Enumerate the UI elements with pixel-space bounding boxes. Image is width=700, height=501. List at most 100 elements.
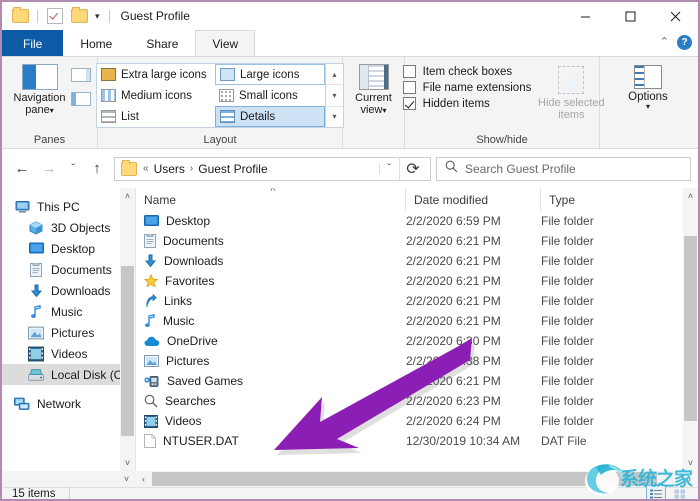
layout-scroll-up-icon[interactable]: ▴: [326, 64, 343, 86]
list-scroll-up-icon[interactable]: ˄: [683, 188, 698, 204]
layout-details[interactable]: Details: [215, 106, 325, 127]
layout-small-icons[interactable]: Small icons: [215, 85, 325, 106]
table-row[interactable]: Music 2/2/2020 6:21 PM File folder: [136, 311, 698, 331]
help-icon[interactable]: ?: [677, 35, 692, 50]
tab-view[interactable]: View: [195, 30, 256, 57]
chevron-up-icon[interactable]: ⌃: [660, 37, 669, 48]
column-header-name[interactable]: Name ˄: [136, 188, 406, 211]
sidebar-item-documents[interactable]: Documents: [2, 259, 135, 280]
large-icons-view-icon[interactable]: [670, 485, 690, 499]
options-caret[interactable]: ▾: [646, 103, 650, 111]
list-scroll-down-icon[interactable]: ˅: [683, 455, 698, 471]
table-row[interactable]: Documents 2/2/2020 6:21 PM File folder: [136, 231, 698, 251]
table-row[interactable]: Desktop 2/2/2020 6:59 PM File folder: [136, 211, 698, 231]
search-box[interactable]: Search Guest Profile: [436, 156, 691, 181]
layout-list[interactable]: List: [97, 106, 215, 127]
up-button[interactable]: ↑: [84, 156, 110, 182]
forward-button[interactable]: →: [36, 156, 62, 182]
table-row[interactable]: Links 2/2/2020 6:21 PM File folder: [136, 291, 698, 311]
customize-quick-access-caret[interactable]: ▾: [93, 11, 102, 21]
sidebar-item-network[interactable]: Network: [2, 393, 135, 414]
downloads-folder-icon: [144, 254, 157, 268]
table-row[interactable]: Pictures 2/2/2020 6:38 PM File folder: [136, 351, 698, 371]
layout-medium-icons[interactable]: Medium icons: [97, 85, 215, 106]
table-row[interactable]: OneDrive 2/2/2020 6:30 PM File folder: [136, 331, 698, 351]
sidebar-item-3d-objects[interactable]: 3D Objects: [2, 217, 135, 238]
close-icon[interactable]: [653, 2, 698, 30]
details-pane-icon[interactable]: [70, 92, 91, 106]
hide-selected-label-line1: Hide selected: [538, 97, 605, 109]
layout-gallery-scrollbar[interactable]: ▴ ▾ ▾: [325, 64, 343, 127]
column-header-date-modified[interactable]: Date modified: [406, 188, 541, 211]
recent-locations-button[interactable]: ˇ: [63, 156, 83, 182]
sidebar-item-videos[interactable]: Videos: [2, 343, 135, 364]
chevron-down-icon[interactable]: ˇ: [378, 163, 399, 174]
search-input[interactable]: Search Guest Profile: [465, 162, 576, 176]
table-row[interactable]: Saved Games 2/2/2020 6:21 PM File folder: [136, 371, 698, 391]
documents-folder-icon: [144, 234, 156, 248]
file-list-scrollbar[interactable]: ˄ ˅: [683, 188, 698, 471]
preview-pane-icon[interactable]: [70, 68, 91, 82]
minimize-icon[interactable]: [563, 2, 608, 30]
tab-home[interactable]: Home: [63, 30, 129, 57]
table-row[interactable]: NTUSER.DAT 12/30/2019 10:34 AM DAT File: [136, 431, 698, 451]
sidebar-scroll-up-icon[interactable]: ˄: [120, 188, 135, 204]
checkbox-item-check-boxes[interactable]: Item check boxes: [402, 65, 532, 78]
folder-icon[interactable]: [10, 6, 30, 26]
row-date-cell: 2/2/2020 6:21 PM: [406, 374, 501, 388]
list-scroll-thumb[interactable]: [684, 236, 697, 421]
breadcrumb-item-guest-profile[interactable]: Guest Profile: [195, 162, 270, 176]
maximize-icon[interactable]: [608, 2, 653, 30]
current-view-label-line1: Current: [355, 92, 392, 104]
horizontal-scrollbar[interactable]: ˅ ‹ ›: [2, 471, 698, 487]
file-name-extensions-checkbox[interactable]: [402, 81, 416, 94]
checkbox-hidden-items[interactable]: Hidden items: [402, 97, 532, 110]
new-folder-icon[interactable]: [69, 6, 89, 26]
layout-large-icons[interactable]: Large icons: [215, 64, 325, 85]
refresh-icon[interactable]: ⟳: [399, 156, 426, 181]
table-row[interactable]: Favorites 2/2/2020 6:21 PM File folder: [136, 271, 698, 291]
hide-selected-items-icon: [558, 66, 585, 94]
navigation-pane-button[interactable]: Navigation pane▾: [9, 60, 71, 116]
hscroll-left-icon[interactable]: ‹: [135, 471, 152, 487]
sidebar-item-downloads[interactable]: Downloads: [2, 280, 135, 301]
table-row[interactable]: Downloads 2/2/2020 6:21 PM File folder: [136, 251, 698, 271]
sidebar-item-music[interactable]: Music: [2, 301, 135, 322]
item-check-boxes-checkbox[interactable]: [402, 65, 416, 78]
table-row[interactable]: Videos 2/2/2020 6:24 PM File folder: [136, 411, 698, 431]
column-headers: Name ˄ Date modified Type: [136, 188, 698, 211]
sidebar-scroll-down-icon[interactable]: ˅: [120, 455, 135, 471]
sidebar-scroll-down-icon-2[interactable]: ˅: [118, 471, 135, 487]
table-row[interactable]: Searches 2/2/2020 6:23 PM File folder: [136, 391, 698, 411]
breadcrumb-separator[interactable]: ›: [188, 163, 195, 174]
breadcrumb-item-users[interactable]: Users: [151, 162, 188, 176]
current-view-caret[interactable]: ▾: [383, 106, 387, 115]
hidden-items-checkbox[interactable]: [402, 97, 416, 110]
sidebar-item-this-pc[interactable]: This PC: [2, 196, 135, 217]
breadcrumb[interactable]: « Users › Guest Profile ˇ ⟳: [114, 156, 431, 181]
current-view-button[interactable]: Current view▾: [344, 60, 404, 116]
hscroll-thumb[interactable]: [152, 472, 657, 486]
navigation-pane-scrollbar[interactable]: ˄ ˅: [120, 188, 135, 471]
properties-checkbox-icon[interactable]: [45, 6, 65, 26]
sidebar-item-local-disk-c[interactable]: Local Disk (C:): [2, 364, 135, 385]
layout-more-icon[interactable]: ▾: [326, 107, 343, 127]
sidebar-scroll-track[interactable]: [120, 204, 135, 455]
tab-share[interactable]: Share: [129, 30, 195, 57]
details-view-icon[interactable]: [646, 485, 666, 499]
layout-extra-large-icons[interactable]: Extra large icons: [97, 64, 215, 85]
column-header-type[interactable]: Type: [541, 188, 698, 211]
sidebar-scroll-thumb[interactable]: [121, 266, 134, 436]
layout-scroll-down-icon[interactable]: ▾: [326, 85, 343, 107]
options-button[interactable]: Options ▾: [608, 60, 688, 111]
checkbox-file-name-extensions[interactable]: File name extensions: [402, 81, 531, 94]
back-button[interactable]: ←: [9, 156, 35, 182]
sidebar-item-desktop[interactable]: Desktop: [2, 238, 135, 259]
breadcrumb-overflow-icon[interactable]: «: [141, 163, 151, 174]
tab-file[interactable]: File: [2, 30, 64, 57]
sidebar-item-pictures[interactable]: Pictures: [2, 322, 135, 343]
row-name-label: Links: [164, 294, 193, 308]
row-name-cell: Videos: [136, 414, 406, 428]
hscroll-track[interactable]: [152, 471, 681, 487]
navigation-pane-caret[interactable]: ▾: [50, 106, 54, 115]
